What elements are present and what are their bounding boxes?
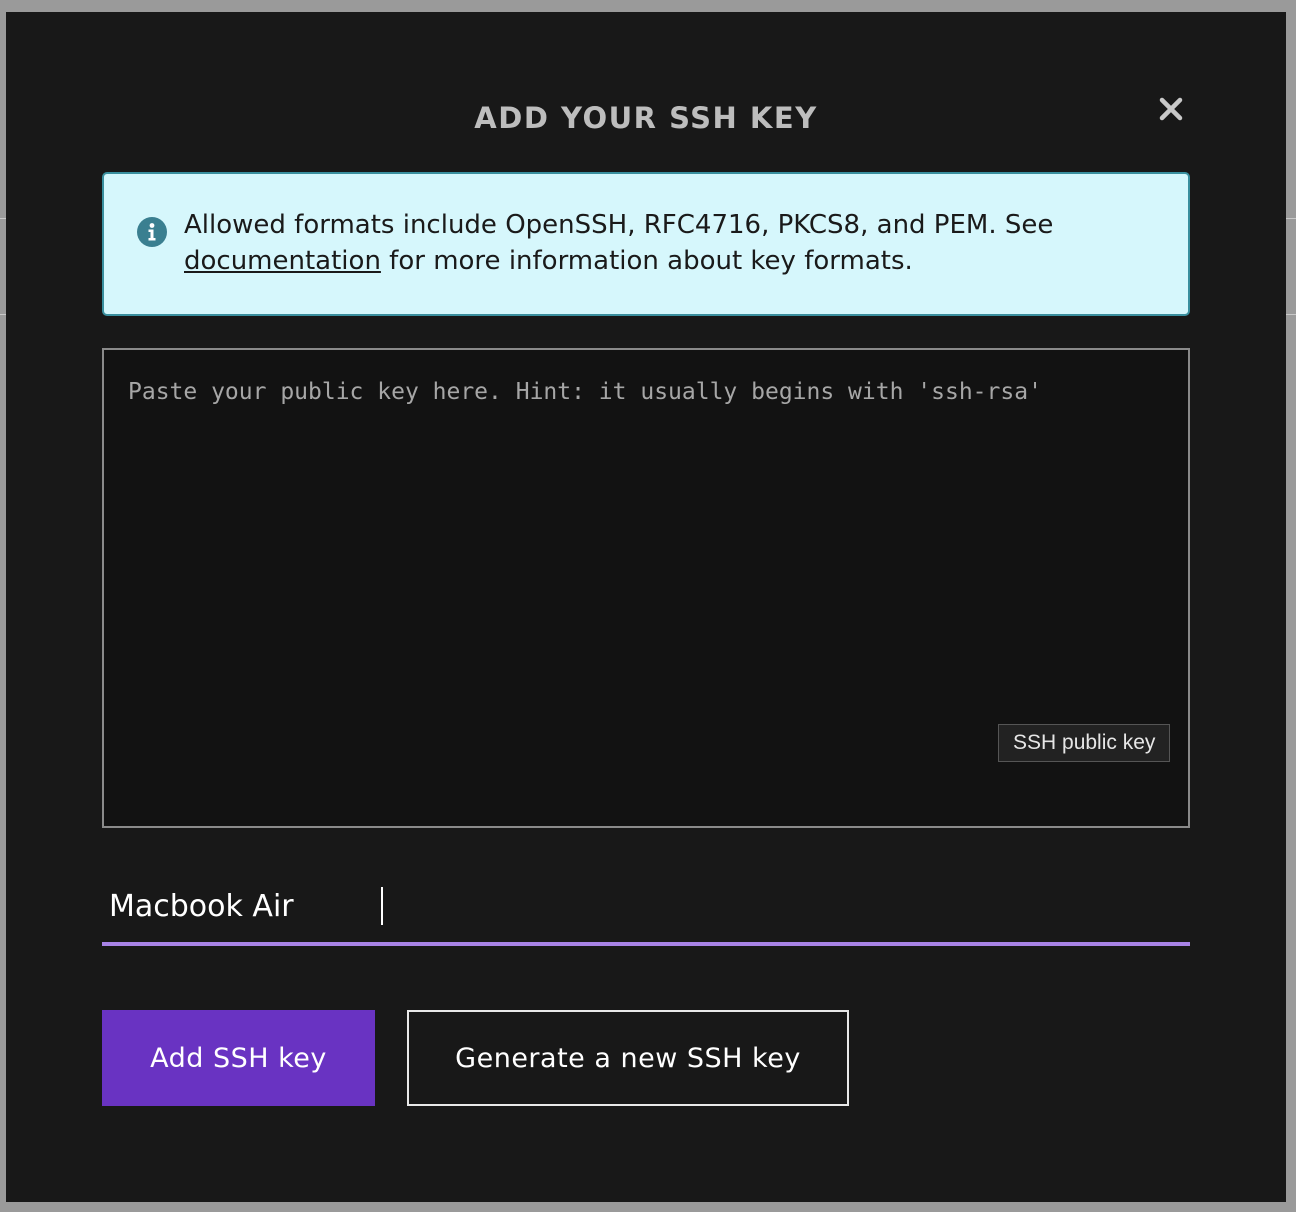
key-name-input[interactable] bbox=[102, 876, 1190, 936]
documentation-link[interactable]: documentation bbox=[184, 246, 381, 276]
key-name-field bbox=[102, 876, 1190, 946]
info-banner: Allowed formats include OpenSSH, RFC4716… bbox=[102, 172, 1190, 316]
add-ssh-key-button[interactable]: Add SSH key bbox=[102, 1010, 375, 1106]
info-text-after: for more information about key formats. bbox=[380, 246, 913, 276]
ssh-key-field: SSH public key bbox=[102, 348, 1190, 828]
generate-ssh-key-button[interactable]: Generate a new SSH key bbox=[407, 1010, 849, 1106]
info-icon bbox=[137, 217, 167, 247]
info-text-before: Allowed formats include OpenSSH, RFC4716… bbox=[184, 210, 1054, 240]
close-button[interactable] bbox=[1154, 92, 1188, 126]
text-caret bbox=[381, 887, 383, 925]
close-icon bbox=[1159, 97, 1183, 121]
add-ssh-key-modal: ADD YOUR SSH KEY Allowed formats include… bbox=[6, 12, 1286, 1202]
info-text: Allowed formats include OpenSSH, RFC4716… bbox=[184, 207, 1164, 279]
modal-title: ADD YOUR SSH KEY bbox=[474, 101, 818, 135]
ssh-key-tooltip: SSH public key bbox=[998, 724, 1171, 762]
